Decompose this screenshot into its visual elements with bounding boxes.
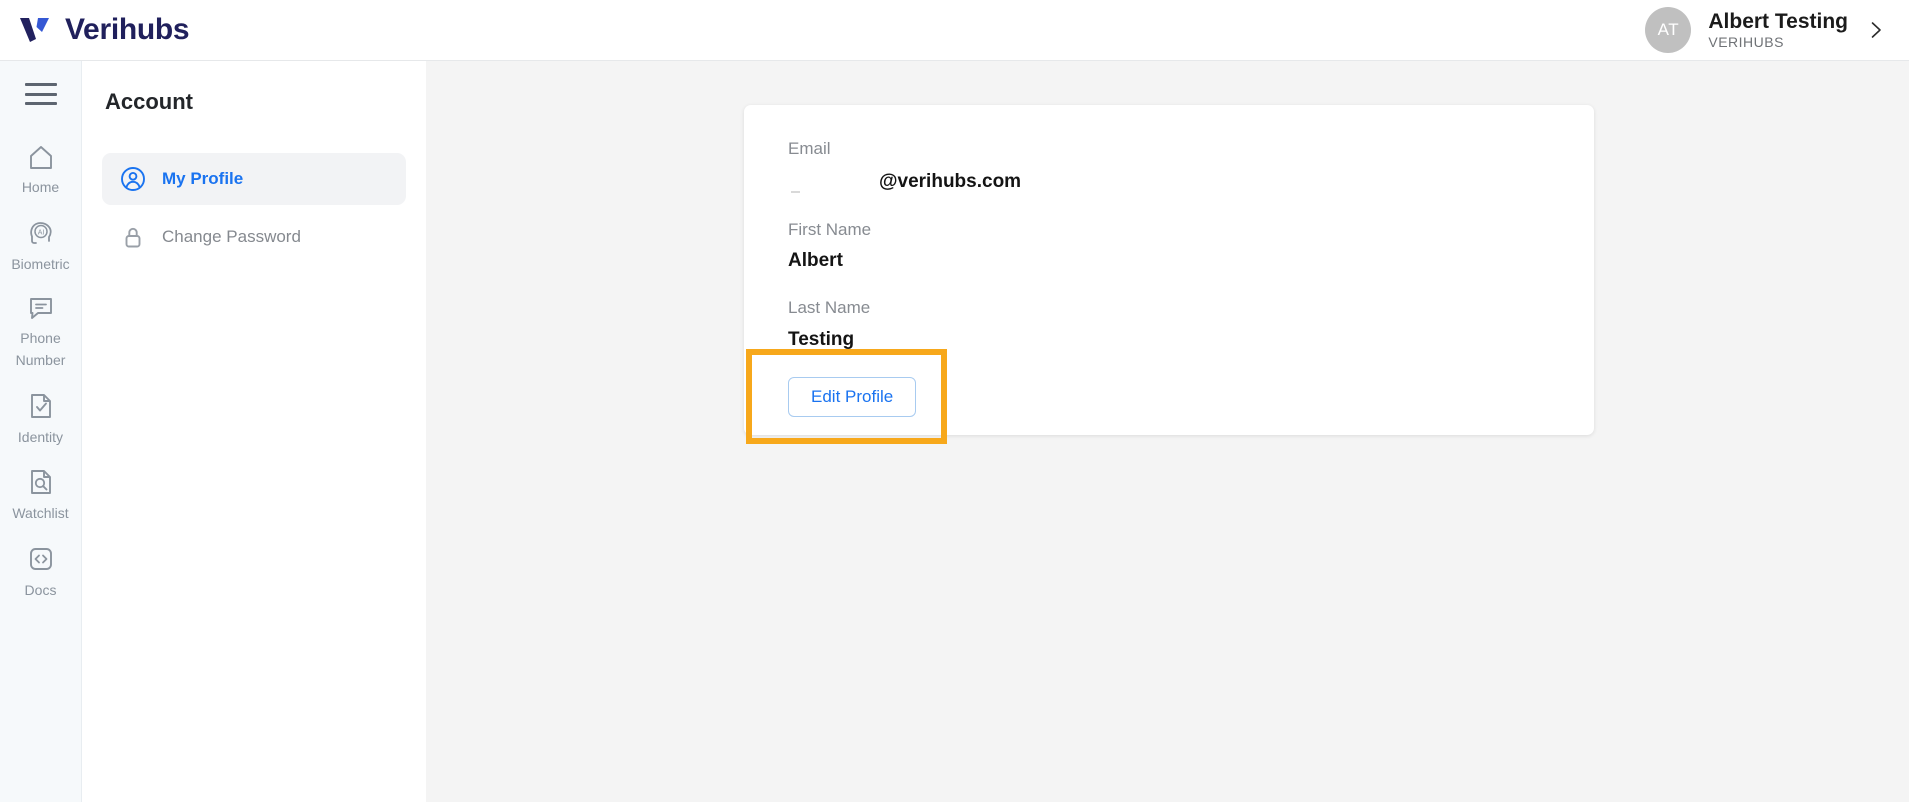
sidebar-item-docs[interactable]: Docs — [0, 536, 82, 613]
hamburger-bar — [24, 102, 57, 105]
field-value-first-name: Albert — [788, 249, 843, 271]
sidebar-item-label: Phone Number — [15, 330, 66, 369]
user-info: Albert Testing VERIHUBS — [1708, 9, 1848, 50]
sidebar-item-label: Identity — [17, 428, 64, 445]
sidebar-item-label: Watchlist — [12, 505, 69, 522]
edit-profile-area: Edit Profile — [746, 349, 947, 445]
svg-text:AI: AI — [37, 229, 44, 236]
subnav-item-change-password[interactable]: Change Password — [102, 211, 406, 263]
lock-icon — [120, 224, 146, 250]
document-check-icon — [28, 392, 54, 420]
field-value-email: @verihubs.com — [788, 166, 1550, 196]
brand-name: Verihubs — [65, 13, 190, 46]
sidebar-item-identity[interactable]: Identity — [0, 383, 82, 460]
field-label: First Name — [788, 219, 872, 239]
account-subnav-panel: Account My Profile Change Password — [82, 61, 426, 802]
avatar: AT — [1645, 7, 1692, 53]
user-organization: VERIHUBS — [1708, 33, 1784, 50]
sidebar-item-phone-number[interactable]: Phone Number — [0, 286, 82, 382]
subnav-item-label: My Profile — [162, 169, 244, 188]
field-value-last-name: Testing — [788, 328, 855, 350]
sidebar-item-watchlist[interactable]: Watchlist — [0, 459, 82, 536]
chevron-right-icon[interactable] — [1865, 19, 1887, 41]
sidebar-item-home[interactable]: Home — [0, 135, 82, 210]
message-bubble-icon — [27, 295, 55, 321]
face-ai-icon: AI — [27, 219, 55, 247]
subnav-item-label: Change Password — [162, 227, 301, 246]
sidebar-item-label: Home — [21, 179, 60, 195]
profile-card: Email @verihubs.com First Name Albert La… — [744, 105, 1594, 445]
user-name: Albert Testing — [1708, 9, 1848, 33]
brand-logo[interactable]: Verihubs — [0, 13, 190, 46]
sidebar-item-biometric[interactable]: AI Biometric — [0, 210, 82, 287]
left-icon-rail: Home AI Biometric Phone Number Identity … — [0, 61, 82, 802]
user-menu[interactable]: AT Albert Testing VERIHUBS — [1645, 7, 1909, 53]
user-circle-icon — [120, 166, 146, 192]
page-title: Account — [105, 89, 193, 114]
top-header-bar: Verihubs AT Albert Testing VERIHUBS — [0, 0, 1909, 61]
subnav-item-my-profile[interactable]: My Profile — [102, 153, 406, 205]
field-label: Email — [788, 139, 831, 158]
verihubs-v-logo-icon — [18, 15, 52, 45]
code-brackets-icon — [27, 545, 55, 573]
field-last-name: Last Name Testing — [788, 294, 1550, 353]
document-search-icon — [28, 468, 54, 496]
hamburger-bar — [24, 92, 57, 96]
hamburger-menu-icon[interactable] — [24, 83, 57, 105]
hamburger-bar — [24, 83, 57, 86]
redacted-email-local-part — [788, 166, 879, 194]
edit-profile-button[interactable]: Edit Profile — [788, 377, 917, 418]
sidebar-item-label: Docs — [24, 582, 57, 599]
email-domain: @verihubs.com — [879, 171, 1022, 193]
field-first-name: First Name Albert — [788, 216, 1550, 275]
sidebar-item-label: Biometric — [11, 255, 70, 272]
field-label: Last Name — [788, 298, 871, 318]
field-email: Email @verihubs.com — [788, 135, 1550, 196]
home-icon — [27, 144, 55, 170]
main-content-area: Email @verihubs.com First Name Albert La… — [426, 61, 1909, 802]
